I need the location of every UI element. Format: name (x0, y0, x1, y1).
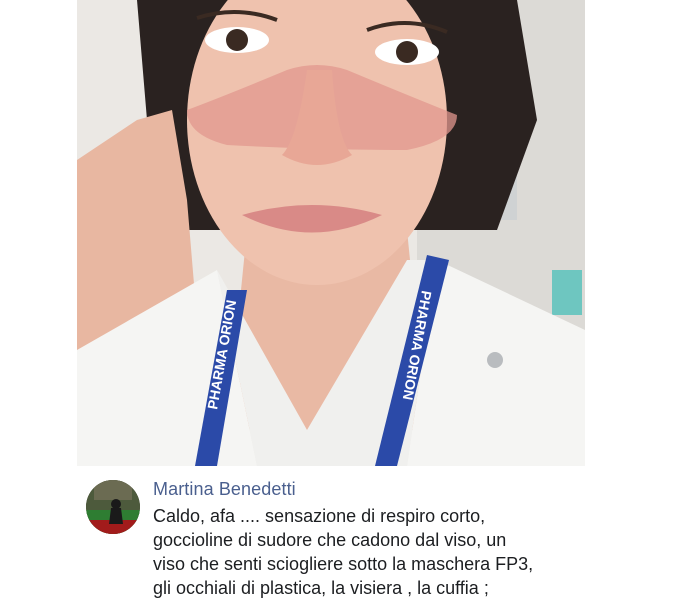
comment-text: Caldo, afa .... sensazione di respiro co… (153, 504, 673, 600)
post-photo[interactable]: PHARMA ORION PHARMA ORION (77, 0, 585, 466)
comment-line: gli occhiali di plastica, la visiera , l… (153, 578, 489, 598)
comment-author-link[interactable]: Martina Benedetti (153, 478, 296, 500)
comment-line: viso che senti sciogliere sotto la masch… (153, 554, 534, 574)
comment-line: Caldo, afa .... sensazione di respiro co… (153, 506, 486, 526)
selfie-photo-icon: PHARMA ORION PHARMA ORION (77, 0, 585, 466)
comment: Martina Benedetti Caldo, afa .... sensaz… (86, 474, 686, 600)
profile-picture-icon (86, 480, 140, 534)
comment-line: goccioline di sudore che cadono dal viso… (153, 530, 507, 550)
avatar[interactable] (86, 480, 140, 534)
